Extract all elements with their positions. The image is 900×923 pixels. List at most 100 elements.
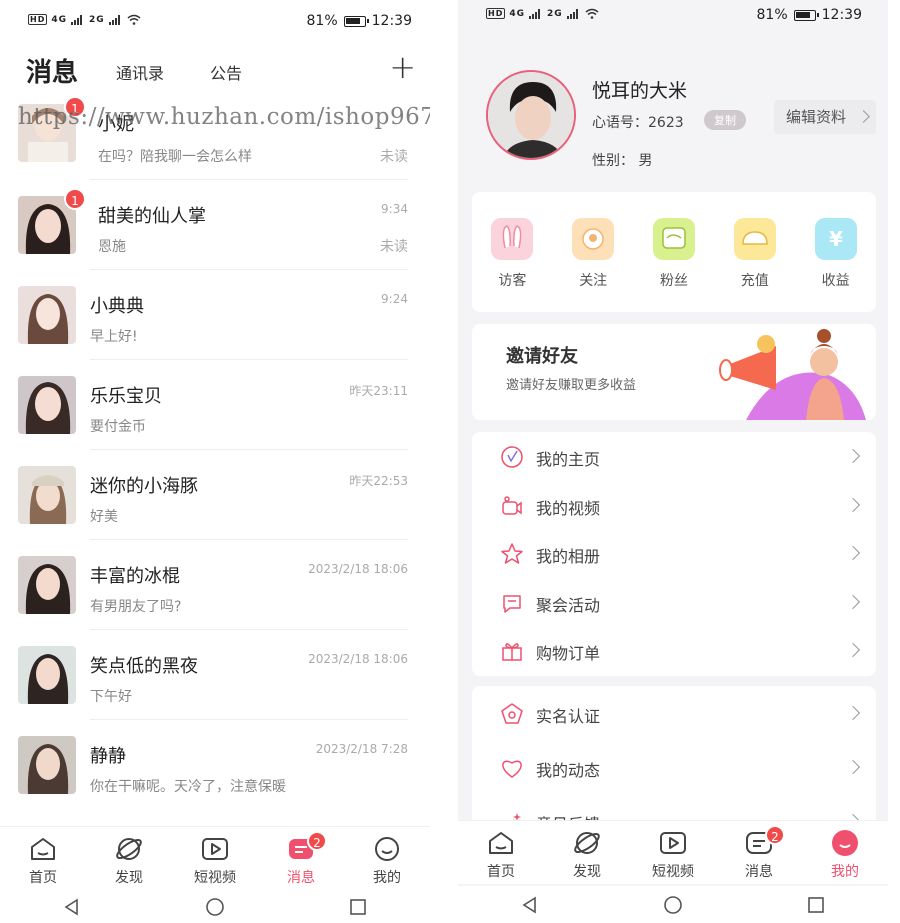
avatar (18, 286, 76, 344)
recents-icon[interactable] (807, 896, 825, 914)
chat-preview: 你在干嘛呢。天冷了，注意保暖 (90, 779, 286, 795)
back-icon[interactable] (63, 898, 81, 916)
chat-row[interactable]: 乐乐宝贝 要付金币 昨天23:11 (0, 360, 430, 450)
svg-text:¥: ¥ (829, 227, 843, 251)
bottom-tab-bar: 首页 发现 短视频 2 消息 我的 (458, 820, 888, 884)
messages-screen: HD 4G 2G 81% 12:39 消息 通讯录 公告 + https://w… (0, 0, 430, 923)
chat-row[interactable]: 笑点低的黑夜 下午好 2023/2/18 18:06 (0, 630, 430, 720)
page-title: 消息 (26, 58, 79, 88)
menu-shopping-orders[interactable]: 购物订单 (472, 626, 876, 675)
heart-icon (502, 760, 522, 778)
home-icon (487, 829, 515, 857)
chat-bubble-icon (503, 594, 521, 613)
avatar (18, 466, 76, 524)
tab-message[interactable]: 2 消息 (258, 827, 344, 890)
menu-my-videos[interactable]: 我的视频 (472, 481, 876, 530)
profile-name: 悦耳的大米 (592, 80, 688, 102)
profile-header: 悦耳的大米 心语号：2623 复制 编辑资料 性别： 男 (458, 60, 888, 180)
home-circle-icon[interactable] (664, 895, 682, 914)
tab-home[interactable]: 首页 (0, 827, 86, 890)
battery-icon (793, 9, 819, 21)
menu-my-moments[interactable]: 我的动态 (472, 740, 876, 794)
battery-percent: 81% (756, 7, 788, 23)
tab-contacts[interactable]: 通讯录 (116, 60, 164, 84)
homepage-icon (501, 446, 523, 468)
chevron-right-icon (845, 759, 861, 775)
avatar[interactable] (486, 70, 576, 160)
chat-row[interactable]: 小典典 早上好! 9:24 (0, 270, 430, 360)
tab-video[interactable]: 短视频 (630, 821, 716, 884)
income-button[interactable]: ¥ 收益 (795, 192, 876, 312)
recharge-button[interactable]: 充值 (714, 192, 795, 312)
chat-name: 小典典 (90, 296, 144, 317)
tab-video[interactable]: 短视频 (172, 827, 258, 890)
chat-preview: 在吗？陪我聊一会怎么样 (98, 149, 252, 165)
invite-banner[interactable]: 邀请好友 邀请好友赚取更多收益 (472, 324, 876, 420)
tab-notice[interactable]: 公告 (210, 60, 242, 84)
chevron-right-icon (845, 642, 861, 658)
chat-time: 9:34 (381, 202, 408, 216)
hd-icon: HD (486, 8, 506, 19)
chat-row[interactable]: 丰富的冰棍 有男朋友了吗? 2023/2/18 18:06 (0, 540, 430, 630)
crown-icon (733, 218, 776, 260)
edit-profile-button[interactable]: 编辑资料 (774, 100, 876, 134)
clock: 12:39 (371, 13, 412, 29)
menu-real-name-auth[interactable]: 实名认证 (472, 686, 876, 740)
chat-preview: 恩施 (98, 239, 126, 255)
chat-name: 笑点低的黑夜 (90, 656, 198, 677)
recents-icon[interactable] (349, 898, 367, 916)
message-badge: 2 (765, 825, 785, 845)
tab-discover[interactable]: 发现 (86, 827, 172, 890)
chat-time: 昨天23:11 (349, 384, 408, 398)
watermark-text: https://www.huzhan.com/ishop9677 (18, 104, 430, 130)
chat-row[interactable]: 1 甜美的仙人掌 恩施 9:34 未读 (0, 180, 430, 270)
unread-badge: 1 (64, 188, 86, 210)
invite-subtitle: 邀请好友赚取更多收益 (506, 378, 637, 393)
home-circle-icon[interactable] (206, 897, 224, 916)
visitor-button[interactable]: 访客 (472, 192, 553, 312)
clock: 12:39 (821, 7, 862, 23)
battery-percent: 81% (306, 13, 338, 29)
planet-icon (573, 829, 601, 857)
fans-button[interactable]: 粉丝 (634, 192, 715, 312)
chat-row[interactable]: 静静 你在干嘛呢。天冷了，注意保暖 2023/2/18 7:28 (0, 720, 430, 810)
chat-preview: 有男朋友了吗? (90, 599, 182, 615)
chat-list: 1 小妮 在吗？陪我聊一会怎么样 未读 1 甜美的仙人掌 恩施 9:34 未读 … (0, 96, 430, 810)
status-bar: HD 4G 2G 81% 12:39 (458, 0, 888, 36)
smile-icon (831, 829, 859, 857)
back-icon[interactable] (521, 896, 539, 914)
unread-status: 未读 (380, 239, 408, 255)
copy-button[interactable]: 复制 (704, 110, 746, 130)
chat-time: 9:24 (381, 292, 408, 306)
menu-party-activity[interactable]: 聚会活动 (472, 578, 876, 627)
follow-button[interactable]: 关注 (553, 192, 634, 312)
tab-me[interactable]: 我的 (802, 821, 888, 884)
tab-message[interactable]: 2 消息 (716, 821, 802, 884)
chat-name: 甜美的仙人掌 (98, 206, 206, 227)
chat-row[interactable]: 迷你的小海豚 好美 昨天22:53 (0, 450, 430, 540)
avatar (18, 376, 76, 434)
avatar (18, 736, 76, 794)
tab-me[interactable]: 我的 (344, 827, 430, 890)
chevron-right-icon (845, 594, 861, 609)
profile-gender: 性别： 男 (592, 153, 653, 169)
chevron-right-icon (845, 705, 861, 721)
tab-discover[interactable]: 发现 (544, 821, 630, 884)
messages-header: 消息 通讯录 公告 + (0, 44, 430, 96)
chat-time: 2023/2/18 18:06 (308, 562, 408, 576)
bottom-tab-bar: 首页 发现 短视频 2 消息 我的 (0, 826, 430, 890)
tab-home[interactable]: 首页 (458, 821, 544, 884)
planet-icon (115, 835, 143, 863)
quick-actions: 访客 关注 粉丝 充值 ¥ 收益 (472, 192, 876, 312)
menu-my-album[interactable]: 我的相册 (472, 529, 876, 578)
fans-icon (652, 218, 695, 260)
system-nav-bar (458, 886, 888, 923)
chat-preview: 要付金币 (90, 419, 146, 435)
add-icon[interactable]: + (389, 48, 416, 86)
smile-icon (373, 835, 401, 863)
menu-my-homepage[interactable]: 我的主页 (472, 432, 876, 481)
wifi-icon (585, 8, 599, 19)
unread-status: 未读 (380, 149, 408, 165)
chat-name: 乐乐宝贝 (90, 386, 162, 407)
menu-group-1: 我的主页 我的视频 我的相册 聚会活动 购物订单 (472, 432, 876, 676)
